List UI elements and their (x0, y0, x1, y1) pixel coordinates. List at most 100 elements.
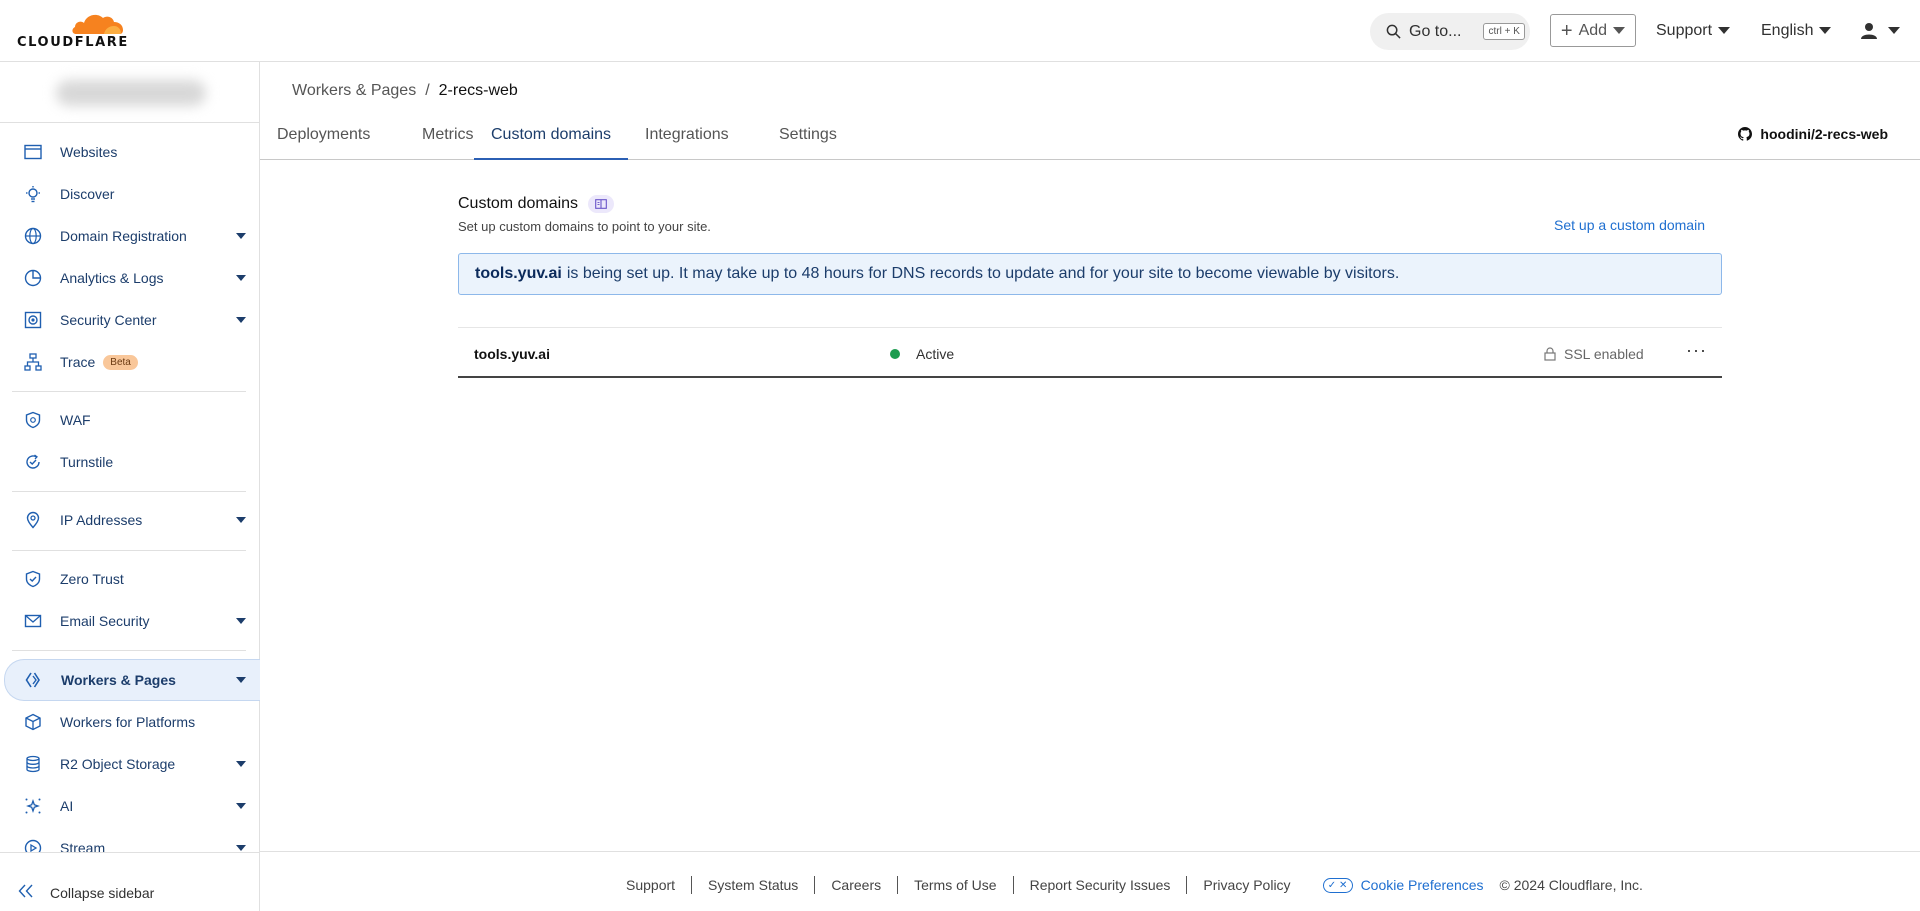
search-icon (1386, 24, 1401, 39)
double-chevron-left-icon (18, 884, 34, 901)
ssl-status: SSL enabled (1544, 346, 1644, 362)
sparkle-icon (24, 797, 42, 815)
domain-name[interactable]: tools.yuv.ai (474, 346, 550, 362)
setup-custom-domain-link[interactable]: Set up a custom domain (1554, 217, 1705, 233)
section-subtitle: Set up custom domains to point to your s… (458, 219, 711, 234)
tab-custom-domains[interactable]: Custom domains (474, 118, 629, 160)
database-icon (24, 755, 42, 773)
chevron-down-icon (236, 517, 246, 523)
logo-wordmark: CLOUDFLARE (17, 35, 129, 50)
banner-domain: tools.yuv.ai (475, 265, 562, 282)
status-label: Active (916, 346, 955, 362)
pie-chart-icon (24, 269, 42, 287)
sidebar-item-label: Zero Trust (60, 571, 124, 587)
footer-link-terms[interactable]: Terms of Use (898, 876, 1014, 894)
breadcrumb-separator: / (425, 82, 430, 99)
sidebar-item-label: Discover (60, 186, 115, 202)
chevron-down-icon (236, 677, 246, 683)
divider (12, 491, 246, 492)
tab-settings[interactable]: Settings (762, 118, 854, 160)
page-title: Custom domains (458, 195, 579, 212)
top-bar: CLOUDFLARE Go to... ctrl + K + Add Suppo… (0, 0, 1920, 62)
chevron-down-icon (236, 803, 246, 809)
sidebar-item-r2-object-storage[interactable]: R2 Object Storage (4, 744, 260, 784)
support-menu[interactable]: Support (1656, 14, 1731, 47)
section-header: Custom domains (458, 195, 615, 213)
docs-book-icon[interactable] (588, 195, 615, 213)
sidebar-item-analytics-logs[interactable]: Analytics & Logs (4, 258, 260, 298)
cookie-preferences-link[interactable]: ✓ ✕ Cookie Preferences (1307, 877, 1500, 893)
sidebar-item-stream[interactable]: Stream (4, 828, 259, 853)
chevron-down-icon (1819, 27, 1832, 34)
tab-deployments[interactable]: Deployments (260, 118, 387, 160)
shield-check-icon (24, 570, 42, 588)
sidebar-item-label: Email Security (60, 613, 150, 629)
footer-link-careers[interactable]: Careers (815, 876, 899, 894)
github-icon (1738, 127, 1753, 141)
location-pin-icon (24, 511, 42, 529)
sidebar-item-label: IP Addresses (60, 512, 143, 528)
cube-icon (24, 713, 42, 731)
collapse-sidebar-button[interactable]: Collapse sidebar (18, 884, 154, 901)
sidebar-item-discover[interactable]: Discover (4, 174, 260, 214)
divider (12, 391, 246, 392)
copyright: © 2024 Cloudflare, Inc. (1499, 877, 1643, 893)
divider (0, 122, 260, 123)
sidebar-item-label: Analytics & Logs (60, 270, 164, 286)
sidebar-item-trace[interactable]: Trace Beta (4, 342, 260, 382)
divider (12, 650, 246, 651)
chevron-down-icon (236, 618, 246, 624)
sidebar-item-workers-for-platforms[interactable]: Workers for Platforms (4, 702, 260, 742)
chevron-down-icon (236, 845, 246, 851)
chevron-down-icon (236, 233, 246, 239)
sidebar-item-label: Websites (60, 144, 118, 160)
chevron-down-icon (1888, 27, 1900, 34)
turnstile-icon (24, 453, 42, 471)
envelope-icon (24, 612, 42, 630)
language-label: English (1761, 21, 1814, 39)
sidebar-overflow-clip: Stream (0, 828, 259, 853)
account-selector[interactable] (56, 80, 206, 106)
repository-label: hoodini/2-recs-web (1760, 126, 1888, 142)
sidebar-item-email-security[interactable]: Email Security (4, 601, 260, 641)
tab-bar: Deployments Metrics Custom domains Integ… (260, 118, 1920, 160)
banner-text: is being set up. It may take up to 48 ho… (566, 265, 1400, 282)
sidebar-item-ai[interactable]: AI (4, 786, 260, 826)
footer-link-system-status[interactable]: System Status (692, 876, 816, 894)
table-row: tools.yuv.ai Active SSL enabled ··· (458, 327, 1722, 378)
search-button[interactable]: Go to... ctrl + K (1370, 13, 1530, 50)
breadcrumb: Workers & Pages / 2-recs-web (292, 82, 518, 100)
add-label: Add (1578, 21, 1608, 39)
breadcrumb-parent[interactable]: Workers & Pages (292, 82, 416, 100)
sidebar-item-zero-trust[interactable]: Zero Trust (4, 559, 260, 599)
language-menu[interactable]: English (1761, 14, 1832, 47)
sidebar-item-domain-registration[interactable]: Domain Registration (4, 216, 260, 256)
tab-integrations[interactable]: Integrations (628, 118, 746, 160)
security-center-icon (24, 311, 42, 329)
sidebar-item-waf[interactable]: WAF (4, 400, 260, 440)
user-menu[interactable] (1860, 14, 1900, 47)
footer-link-privacy[interactable]: Privacy Policy (1187, 876, 1306, 894)
sidebar-item-ip-addresses[interactable]: IP Addresses (4, 500, 260, 540)
repository-link[interactable]: hoodini/2-recs-web (1738, 126, 1888, 142)
sidebar-item-security-center[interactable]: Security Center (4, 300, 260, 340)
sidebar-item-label: WAF (60, 412, 91, 428)
sidebar: Websites Discover Domain Registration An… (0, 62, 260, 911)
sidebar-item-workers-pages[interactable]: Workers & Pages (4, 659, 260, 701)
stream-icon (24, 839, 42, 853)
cloudflare-logo[interactable]: CLOUDFLARE (16, 10, 129, 50)
chevron-down-icon (236, 761, 246, 767)
divider (12, 550, 246, 551)
sidebar-item-websites[interactable]: Websites (4, 132, 260, 172)
search-label: Go to... (1409, 22, 1462, 40)
footer-link-support[interactable]: Support (610, 876, 693, 894)
sidebar-item-turnstile[interactable]: Turnstile (4, 442, 260, 482)
chevron-down-icon (236, 317, 246, 323)
user-icon (1861, 22, 1877, 39)
footer: Support System Status Careers Terms of U… (260, 851, 1920, 911)
chevron-down-icon (1718, 27, 1731, 34)
add-button[interactable]: + Add (1550, 14, 1636, 47)
more-options-icon[interactable]: ··· (1686, 340, 1707, 361)
footer-link-report-security[interactable]: Report Security Issues (1014, 876, 1188, 894)
search-shortcut: ctrl + K (1483, 23, 1525, 40)
